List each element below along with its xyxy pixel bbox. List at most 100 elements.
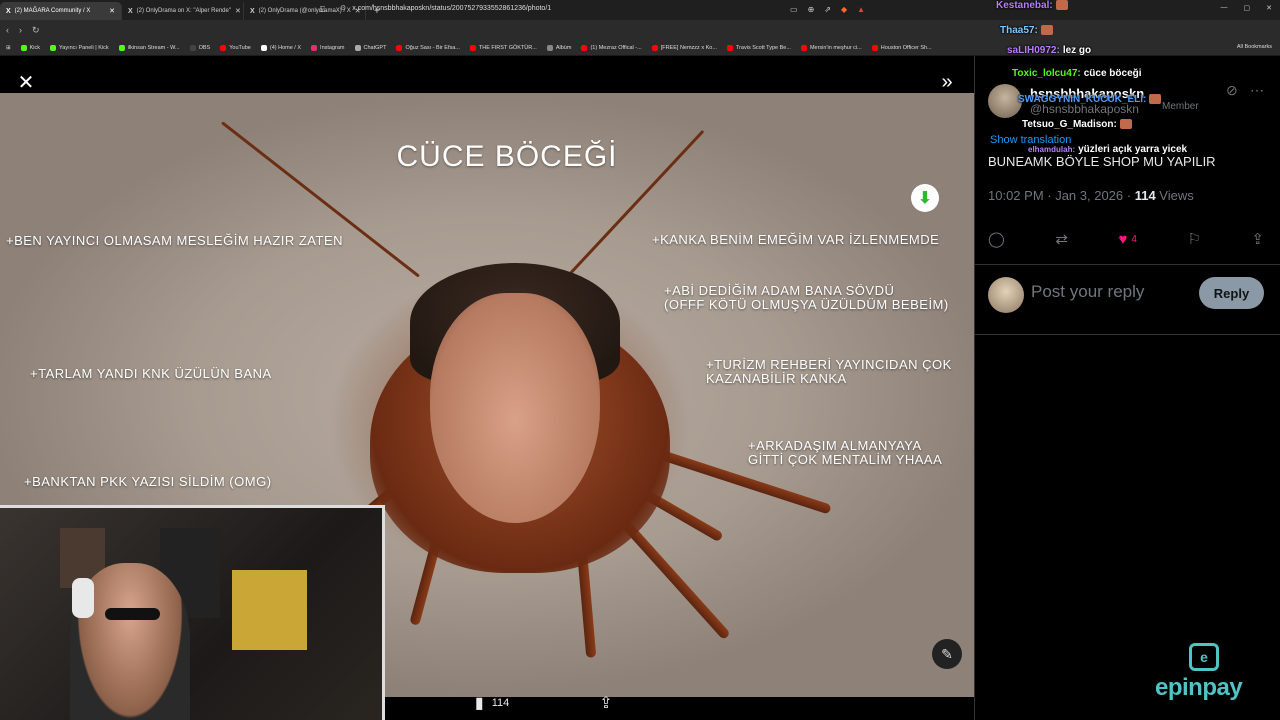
post-time[interactable]: 10:02 PM · Jan 3, 2026 ·: [988, 188, 1135, 203]
bookmark-item[interactable]: Albüm: [546, 44, 571, 51]
bookmark-favicon: [354, 44, 361, 51]
bookmark-label: ilkinsan Stream - W...: [127, 44, 180, 51]
chat-message: Toxic_lolcu47: cüce böceği: [1012, 68, 1142, 79]
chat-text: cüce böceği: [1083, 68, 1142, 79]
zoom-icon[interactable]: ⊕: [808, 5, 815, 14]
meme-caption: (OFFF KÖTÜ OLMUŞYA ÜZÜLDÜM BEBEİM): [664, 297, 949, 312]
browser-tab-magara[interactable]: X (2) MAĞARA Community / X ✕: [0, 2, 122, 20]
bookmark-label: OBS: [198, 44, 211, 51]
bookmark-item[interactable]: THE FIRST GÖKTÜR...: [469, 44, 537, 51]
apps-icon[interactable]: ⊞: [6, 45, 11, 51]
brave-shield-icon[interactable]: ◆: [841, 5, 847, 14]
bookmark-item[interactable]: Yayıncı Paneli | Kick: [50, 44, 109, 51]
x-logo-icon: X: [6, 7, 11, 15]
bookmark-item[interactable]: OBS: [189, 44, 211, 51]
bookmark-item[interactable]: Houston Officer Sh...: [871, 44, 932, 51]
post-actions: ◯ ⇄ ♥ 4 ⚐ ⇪: [988, 230, 1264, 249]
bookmark-label: (4) Home / X: [269, 44, 302, 51]
expand-panel-button[interactable]: »: [933, 68, 961, 96]
browser-tab-onlydrama-post[interactable]: X (2) OnlyDrama on X: "Alper Rende" ✕: [122, 2, 244, 20]
bookmark-item[interactable]: Instagram: [311, 44, 345, 51]
share-icon[interactable]: ⇪: [1251, 230, 1264, 248]
url-field[interactable]: ⚙ x.com/hsnsbbhakaposkn/status/200752793…: [340, 4, 551, 13]
tab-bar: X (2) MAĞARA Community / X ✕ X (2) OnlyD…: [0, 0, 1280, 20]
bookmark-item[interactable]: ilkinsan Stream - W...: [118, 44, 180, 51]
repost-icon[interactable]: ⇄: [1055, 230, 1068, 248]
bookmark-item[interactable]: Travis Scott Type Be...: [726, 44, 791, 51]
close-tab-icon[interactable]: ✕: [109, 7, 115, 15]
brave-rewards-icon[interactable]: ▲: [857, 5, 865, 14]
chat-message: elhamdulah: yüzleri açık yarra yicek: [1028, 144, 1187, 155]
reply-button[interactable]: Reply: [1199, 277, 1264, 309]
screen-icon[interactable]: ▭: [790, 5, 798, 14]
close-tab-icon[interactable]: ✕: [235, 7, 241, 15]
address-bar-icons: ▭ ⊕ ⇗ ◆ ▲: [790, 5, 865, 14]
grok-icon[interactable]: ⊘: [1226, 82, 1238, 99]
tab-title: (2) MAĞARA Community / X: [14, 8, 91, 14]
emote-icon: [1040, 25, 1053, 36]
bookmark-favicon: [220, 44, 227, 51]
bookmark-label: (1) Mezraz Offical -...: [590, 44, 642, 51]
tab-title: (2) OnlyDrama (@onlydramaX) / X: [258, 8, 351, 14]
chat-username: Tetsuo_G_Madison:: [1022, 119, 1117, 130]
close-viewer-button[interactable]: ✕: [12, 68, 40, 96]
all-bookmarks-button[interactable]: All Bookmarks: [1237, 44, 1272, 50]
my-avatar: [988, 277, 1024, 313]
download-icon[interactable]: ⬇: [911, 184, 939, 212]
bookmark-favicon: [871, 44, 878, 51]
chat-text: lez go: [1062, 45, 1092, 56]
site-info-icon[interactable]: ⚙: [340, 4, 346, 12]
bookmark-favicon: [581, 44, 588, 51]
meme-caption: KAZANABİLİR KANKA: [706, 371, 847, 386]
bookmark-item[interactable]: [FREE] Nemzzz x Ko...: [651, 44, 717, 51]
chat-username: Kestanebal:: [996, 0, 1053, 11]
share-button[interactable]: ⇪: [599, 693, 612, 713]
post-view-count: 114: [1134, 188, 1156, 203]
minimize-icon[interactable]: —: [1221, 4, 1228, 12]
bookmark-label: Kick: [29, 44, 40, 51]
bookmark-item[interactable]: Oğuz Sası - Bir Efsa...: [396, 44, 460, 51]
x-logo-icon: X: [250, 7, 255, 15]
reload-icon[interactable]: ↻: [32, 25, 40, 36]
bookmark-favicon: [726, 44, 733, 51]
bookmark-icon[interactable]: ⚐: [1187, 230, 1200, 248]
chat-message: Kestanebal:: [996, 0, 1068, 11]
tab-title: (2) OnlyDrama on X: "Alper Rende": [136, 8, 231, 14]
meme-caption: +TURİZM REHBERİ YAYINCIDAN ÇOK: [706, 357, 952, 372]
close-window-icon[interactable]: ✕: [1266, 4, 1272, 12]
bookmark-item[interactable]: Kick: [20, 44, 40, 51]
reply-icon[interactable]: ◯: [988, 230, 1005, 248]
webcam-overlay: [0, 505, 385, 720]
views-button[interactable]: ▮ 114: [475, 693, 509, 713]
share-icon: ⇪: [599, 695, 613, 712]
bookmark-favicon: [260, 44, 267, 51]
author-avatar[interactable]: [988, 84, 1022, 118]
chat-message: Thaa57:: [1000, 25, 1053, 36]
bookmark-label: Oğuz Sası - Bir Efsa...: [405, 44, 460, 51]
chat-username: Toxic_lolcu47:: [1012, 68, 1081, 79]
meme-title: CÜCE BÖCEĞİ: [396, 140, 618, 173]
reply-input[interactable]: Post your reply: [1031, 282, 1144, 302]
like-button[interactable]: ♥ 4: [1118, 230, 1136, 248]
headphones: [72, 578, 94, 618]
divider: [975, 264, 1280, 265]
bookmark-item[interactable]: ChatGPT: [354, 44, 386, 51]
bookmark-item[interactable]: YouTube: [220, 44, 251, 51]
back-icon[interactable]: ‹: [6, 25, 9, 35]
more-options-icon[interactable]: ⋯: [1250, 82, 1264, 99]
share-icon[interactable]: ⇗: [824, 5, 831, 14]
maximize-icon[interactable]: ▢: [1244, 4, 1251, 12]
chat-message: SWAGGYNIN_KUCUK_ELI:: [1018, 94, 1162, 105]
grok-image-icon[interactable]: ✎: [932, 639, 962, 669]
bookmark-label: Instagram: [320, 44, 345, 51]
bookmark-item[interactable]: (1) Mezraz Offical -...: [581, 44, 642, 51]
divider: [975, 334, 1280, 335]
bookmark-item[interactable]: Mersin'in meşhur ci...: [800, 44, 862, 51]
bookmark-favicon: [469, 44, 476, 51]
meme-caption: +KANKA BENİM EMEĞİM VAR İZLENMEMDE: [652, 232, 940, 247]
forward-icon[interactable]: ›: [19, 25, 22, 35]
bookmark-item[interactable]: (4) Home / X: [260, 44, 302, 51]
wall-poster: [232, 570, 307, 650]
bookmark-page-icon[interactable]: ⎕: [320, 5, 325, 15]
chat-username: SWAGGYNIN_KUCUK_ELI:: [1018, 94, 1147, 105]
